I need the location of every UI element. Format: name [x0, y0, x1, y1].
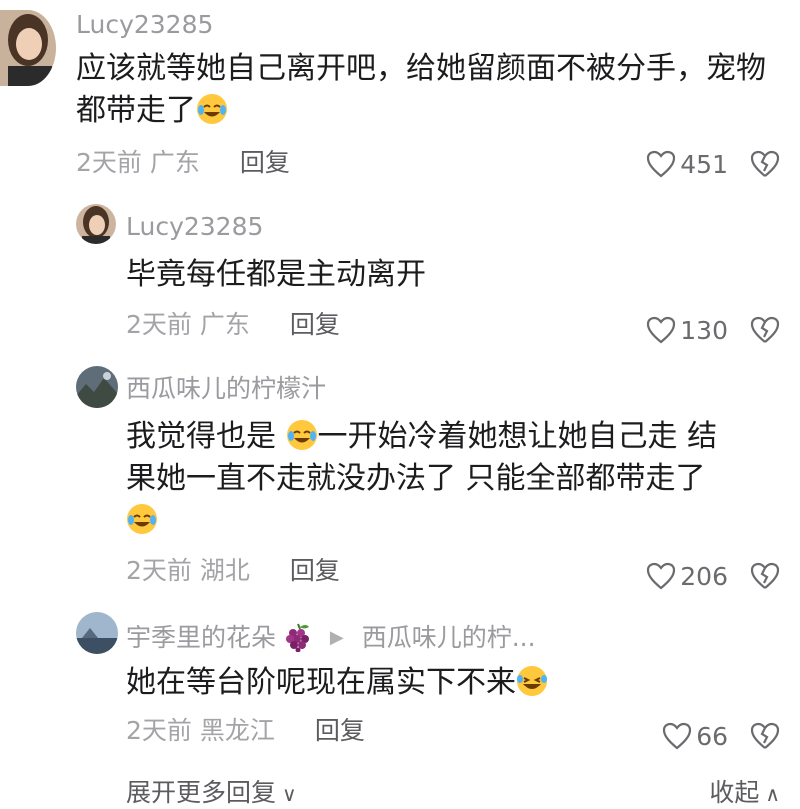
like-count: 206 — [680, 561, 728, 591]
chevron-up-icon: ∧ — [765, 782, 780, 806]
comment-location: 广东 — [199, 310, 250, 339]
heart-icon — [663, 722, 692, 750]
avatar[interactable] — [76, 204, 116, 244]
heart-icon — [647, 562, 676, 590]
expand-more-replies-button[interactable]: 展开更多回复 ∨ — [126, 773, 297, 809]
comment-time: 2天前 — [126, 310, 192, 339]
avatar[interactable] — [76, 366, 118, 408]
reply-button[interactable]: 回复 — [290, 310, 340, 339]
comment-time: 2天前 — [126, 556, 192, 585]
heart-icon — [647, 150, 676, 178]
comment-location: 湖北 — [199, 556, 250, 585]
broken-heart-icon[interactable] — [750, 316, 780, 344]
comment-location: 广东 — [149, 148, 200, 177]
chevron-down-icon: ∨ — [282, 782, 297, 806]
comment-username[interactable]: 西瓜味儿的柠檬汁 — [126, 376, 326, 401]
broken-heart-icon[interactable] — [750, 722, 780, 750]
like-button[interactable]: 66 — [662, 722, 728, 750]
like-button[interactable]: 130 — [646, 316, 728, 344]
comment-username[interactable]: Lucy23285 — [126, 214, 263, 239]
comment-text: 毕竟每任都是主动离开 — [126, 257, 426, 292]
like-count: 66 — [696, 721, 728, 751]
avatar[interactable] — [76, 612, 118, 654]
heart-icon — [647, 316, 676, 344]
comment-text: 她在等台阶呢现在属实下不来 — [126, 662, 776, 704]
reply-arrow-icon: ▶ — [329, 627, 344, 648]
comment-meta: 2天前 广东 回复 — [76, 150, 290, 175]
comment-username: 宇季里的花朵 ▶ 西瓜味儿的柠... — [126, 622, 536, 652]
sky-avatar-icon — [76, 612, 118, 654]
broken-heart-icon[interactable] — [750, 150, 780, 178]
reply-button[interactable]: 回复 — [290, 556, 340, 585]
comment-location: 黑龙江 — [199, 716, 275, 745]
woman-avatar-icon — [0, 10, 56, 86]
woman-avatar-icon — [76, 204, 116, 244]
reply-button[interactable]: 回复 — [240, 148, 290, 177]
comment-author[interactable]: 宇季里的花朵 — [126, 623, 276, 652]
like-count: 130 — [680, 315, 728, 345]
collapse-button[interactable]: 收起 ∧ — [709, 773, 780, 809]
laughing-crying-emoji-icon — [286, 419, 318, 451]
comment-time: 2天前 — [76, 148, 142, 177]
comment-time: 2天前 — [126, 716, 192, 745]
reply-button[interactable]: 回复 — [315, 716, 365, 745]
laughing-emoji-icon — [516, 665, 548, 697]
like-count: 451 — [680, 149, 728, 179]
comment-meta: 2天前 广东 回复 — [126, 312, 340, 337]
avatar[interactable] — [0, 10, 56, 86]
broken-heart-icon[interactable] — [750, 562, 780, 590]
landscape-avatar-icon — [76, 366, 118, 408]
laughing-crying-emoji-icon — [126, 503, 158, 535]
reply-to-username[interactable]: 西瓜味儿的柠... — [362, 623, 536, 652]
comment-meta: 2天前 黑龙江 回复 — [126, 718, 365, 743]
comment-username[interactable]: Lucy23285 — [76, 12, 213, 37]
comment-text: 应该就等她自己离开吧，给她留颜面不被分手，宠物都带走了 — [76, 51, 766, 128]
comment-text: 我觉得也是 一开始冷着她想让她自己走 结 果她一直不走就没办法了 只能全部都带走… — [126, 416, 776, 542]
like-button[interactable]: 206 — [646, 562, 728, 590]
like-button[interactable]: 451 — [646, 150, 728, 178]
laughing-crying-emoji-icon — [196, 93, 228, 125]
comment-meta: 2天前 湖北 回复 — [126, 558, 340, 583]
grape-emoji-icon — [285, 623, 309, 652]
